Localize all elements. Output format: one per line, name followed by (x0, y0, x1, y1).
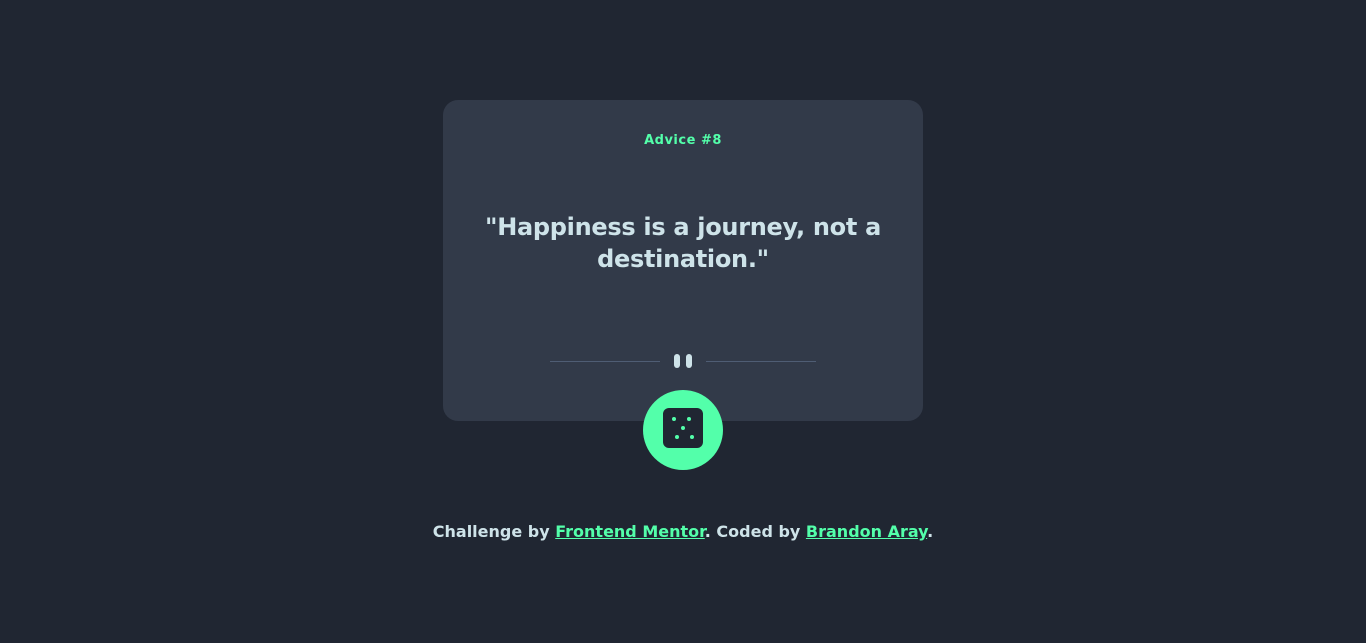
attribution: Challenge by Frontend Mentor. Coded by B… (0, 522, 1366, 542)
author-link[interactable]: Brandon Aray (806, 522, 927, 541)
advice-id-label: Advice #8 (644, 133, 722, 148)
attribution-suffix: . (927, 522, 934, 541)
frontend-mentor-link[interactable]: Frontend Mentor (555, 522, 705, 541)
attribution-middle: . Coded by (704, 522, 806, 541)
attribution-prefix: Challenge by (432, 522, 556, 541)
pause-icon (674, 354, 694, 368)
divider-line-left (550, 361, 660, 362)
divider (550, 353, 816, 369)
advice-card: Advice #8 "Happiness is a journey, not a… (443, 100, 923, 421)
dice-icon (663, 408, 703, 448)
divider-line-right (706, 361, 816, 362)
new-advice-button[interactable] (643, 390, 723, 470)
advice-quote: "Happiness is a journey, not a destinati… (485, 213, 881, 273)
